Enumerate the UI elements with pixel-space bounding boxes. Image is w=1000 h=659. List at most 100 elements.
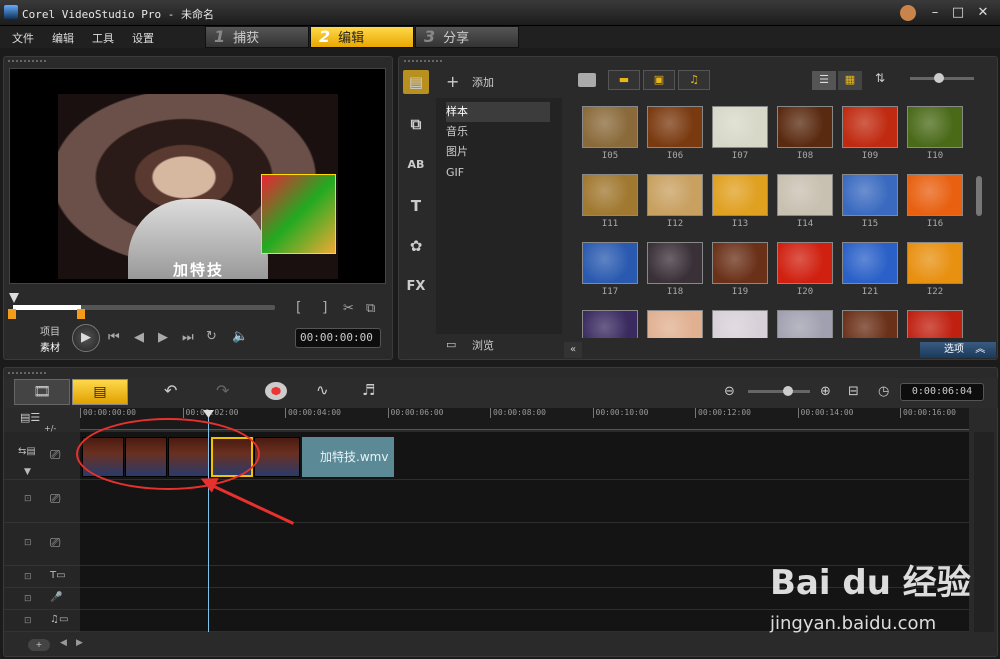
folder-images[interactable]: 图片 xyxy=(446,142,550,162)
add-icon[interactable]: + xyxy=(446,72,459,91)
scroll-left-icon[interactable]: ◀ xyxy=(60,638,67,648)
library-thumbnail[interactable] xyxy=(842,242,898,284)
library-thumbnail[interactable] xyxy=(647,310,703,338)
title-overlay-icon[interactable]: AB xyxy=(403,153,429,177)
collapse-library-icon[interactable]: « xyxy=(564,342,582,358)
library-thumbnail[interactable] xyxy=(712,242,768,284)
library-thumbnail[interactable] xyxy=(907,174,963,216)
zoom-slider[interactable] xyxy=(748,390,810,393)
add-folder-button[interactable]: 添加 xyxy=(472,74,494,90)
tab-edit[interactable]: 2 编辑 xyxy=(310,26,414,48)
zoom-handle[interactable] xyxy=(783,386,793,396)
track-lock-icon[interactable]: ⊡ xyxy=(24,538,32,548)
play-button[interactable]: ▶ xyxy=(72,324,100,352)
mark-in-button[interactable]: [ xyxy=(296,300,301,316)
volume-icon[interactable]: 🔈 xyxy=(232,329,248,344)
show-photo-icon[interactable]: ▣ xyxy=(643,70,675,90)
go-start-icon[interactable]: ⏮ xyxy=(108,330,120,345)
mode-project[interactable]: 项目 xyxy=(40,323,60,338)
copy-icon[interactable]: ⧉ xyxy=(366,301,375,316)
library-thumbnail[interactable] xyxy=(842,106,898,148)
ripple-edit-icon[interactable]: ⇆▤ xyxy=(18,446,36,457)
folder-gif[interactable]: GIF xyxy=(446,163,550,183)
minimize-button[interactable]: – xyxy=(924,4,946,22)
show-video-icon[interactable]: ▬ xyxy=(608,70,640,90)
trim-start-handle[interactable] xyxy=(8,309,16,319)
record-capture-icon[interactable] xyxy=(265,382,287,400)
browse-icon[interactable]: ▭ xyxy=(446,338,456,351)
add-track-button[interactable]: + xyxy=(28,639,50,651)
options-button[interactable]: 选项 ︽ xyxy=(920,342,996,358)
go-end-icon[interactable]: ⏭ xyxy=(182,330,194,345)
library-thumbnail[interactable] xyxy=(582,242,638,284)
media-library-icon[interactable]: ▤ xyxy=(403,70,429,94)
next-frame-icon[interactable]: ▶ xyxy=(158,330,168,345)
track-lock-icon[interactable]: ⊡ xyxy=(24,494,32,504)
graphics-icon[interactable]: ✿ xyxy=(403,234,429,258)
folder-music[interactable]: 音乐 xyxy=(446,122,550,142)
track-lock-icon[interactable]: ⊡ xyxy=(24,572,32,582)
library-thumbnail[interactable] xyxy=(907,310,963,338)
maximize-button[interactable]: □ xyxy=(947,4,969,22)
show-audio-icon[interactable]: ♫ xyxy=(678,70,710,90)
timeline-view-icon[interactable]: ▤ xyxy=(72,379,128,405)
library-thumbnail[interactable] xyxy=(777,242,833,284)
undo-icon[interactable]: ↶ xyxy=(164,381,177,400)
library-thumbnail[interactable] xyxy=(712,106,768,148)
library-thumbnail[interactable] xyxy=(582,106,638,148)
storyboard-view-icon[interactable]: 🎞 xyxy=(14,379,70,405)
library-thumbnail[interactable] xyxy=(582,174,638,216)
menu-tools[interactable]: 工具 xyxy=(92,30,114,46)
preview-timecode[interactable]: 00:00:00:00 xyxy=(295,328,381,348)
thumb-size-handle[interactable] xyxy=(934,73,944,83)
transition-icon[interactable]: ⧉ xyxy=(403,112,429,136)
mark-out-button[interactable]: ] xyxy=(322,300,327,316)
fit-timeline-icon[interactable]: ⊟ xyxy=(848,384,859,399)
help-icon[interactable] xyxy=(900,5,916,21)
preview-window[interactable]: 加特技 xyxy=(9,68,386,284)
folder-sample[interactable]: 样本 xyxy=(446,102,550,122)
scroll-right-icon[interactable]: ▶ xyxy=(76,638,83,648)
library-thumbnail[interactable] xyxy=(777,106,833,148)
library-thumbnail[interactable] xyxy=(712,310,768,338)
library-thumbnail[interactable] xyxy=(907,106,963,148)
list-view-icon[interactable]: ☰ xyxy=(812,71,836,90)
library-thumbnail[interactable] xyxy=(777,174,833,216)
trim-end-handle[interactable] xyxy=(77,309,85,319)
library-thumbnail[interactable] xyxy=(647,242,703,284)
menu-file[interactable]: 文件 xyxy=(12,30,34,46)
prev-frame-icon[interactable]: ◀ xyxy=(134,330,144,345)
track-expand-icon[interactable]: ▼ xyxy=(24,467,31,477)
text-title-icon[interactable]: T xyxy=(403,194,429,218)
redo-icon[interactable]: ↷ xyxy=(216,381,229,400)
zoom-in-icon[interactable]: ⊕ xyxy=(820,384,831,399)
repeat-icon[interactable]: ↻ xyxy=(206,329,217,344)
track-lock-icon[interactable]: ⊡ xyxy=(24,616,32,626)
library-thumbnail[interactable] xyxy=(907,242,963,284)
library-scrollbar[interactable] xyxy=(976,176,982,216)
library-thumbnail[interactable] xyxy=(647,106,703,148)
audio-mixer-icon[interactable]: ∿ xyxy=(316,381,329,399)
zoom-out-icon[interactable]: ⊖ xyxy=(724,384,735,399)
mode-clip[interactable]: 素材 xyxy=(40,339,60,354)
thumbnail-view-icon[interactable]: ▦ xyxy=(838,71,862,90)
library-thumbnail[interactable] xyxy=(842,174,898,216)
library-thumbnail[interactable] xyxy=(712,174,768,216)
fx-filter-icon[interactable]: FX xyxy=(403,275,429,299)
tab-capture[interactable]: 1 捕获 xyxy=(205,26,309,48)
menu-settings[interactable]: 设置 xyxy=(132,30,154,46)
menu-edit[interactable]: 编辑 xyxy=(52,30,74,46)
close-button[interactable]: ✕ xyxy=(972,4,994,22)
library-thumbnail[interactable] xyxy=(647,174,703,216)
browse-button[interactable]: 浏览 xyxy=(472,337,494,353)
folder-icon[interactable] xyxy=(578,73,596,87)
library-thumbnail[interactable] xyxy=(582,310,638,338)
cut-clip-icon[interactable]: ✂ xyxy=(343,301,354,316)
sort-icon[interactable]: ⇅ xyxy=(875,71,885,85)
auto-music-icon[interactable]: ♬ xyxy=(362,381,375,399)
library-thumbnail[interactable] xyxy=(842,310,898,338)
library-thumbnail[interactable] xyxy=(777,310,833,338)
track-lock-icon[interactable]: ⊡ xyxy=(24,594,32,604)
tab-share[interactable]: 3 分享 xyxy=(415,26,519,48)
track-manager-icon[interactable]: ▤☰ xyxy=(20,411,40,424)
